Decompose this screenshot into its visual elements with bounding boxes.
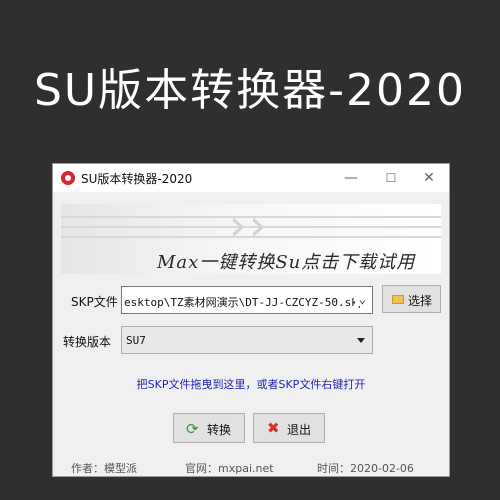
dropdown-arrow-icon[interactable] (357, 338, 365, 343)
website-link[interactable]: 官网：mxpai.net (185, 460, 274, 476)
exit-label: 退出 (287, 423, 312, 437)
title-bar: SU版本转换器-2020 — ☐ ✕ (53, 164, 449, 192)
convert-button[interactable]: ⟳ 转换 (173, 413, 245, 443)
browse-label: 选择 (408, 294, 433, 308)
exit-button[interactable]: ✖ 退出 (253, 413, 325, 443)
drag-drop-hint: 把SKP文件拖曳到这里，或者SKP文件右键打开 (136, 378, 366, 391)
author-text: 作者：模型派 (71, 462, 137, 475)
version-value: SU7 (126, 334, 146, 347)
app-window: SU版本转换器-2020 — ☐ ✕ › › Max一键转换Su点击下载试用 S… (52, 163, 450, 477)
close-button[interactable]: ✕ (409, 164, 449, 192)
banner-arrow-icon: › (249, 204, 267, 251)
skp-file-value: esktop\TZ素材网演示\DT-JJ-CZCYZ-50.skp (124, 296, 365, 309)
minimize-button[interactable]: — (331, 164, 371, 192)
version-select[interactable]: SU7 (121, 326, 373, 354)
browse-button[interactable]: 选择 (382, 285, 441, 313)
skp-file-input[interactable]: esktop\TZ素材网演示\DT-JJ-CZCYZ-50.skp ⌄ (121, 286, 373, 314)
maximize-button[interactable]: ☐ (371, 164, 411, 192)
date-text: 时间：2020-02-06 (317, 462, 414, 475)
app-icon (61, 171, 75, 185)
window-title: SU版本转换器-2020 (81, 172, 193, 186)
page-headline: SU版本转换器-2020 (34, 65, 466, 116)
close-icon: ✖ (267, 419, 280, 437)
skp-file-label: SKP文件 (71, 295, 118, 309)
banner-text: Max一键转换Su点击下载试用 (157, 252, 416, 273)
chevron-down-icon[interactable]: ⌄ (354, 292, 366, 306)
download-banner[interactable]: › › Max一键转换Su点击下载试用 (61, 204, 441, 274)
refresh-icon: ⟳ (186, 420, 199, 438)
banner-arrow-icon: › (229, 204, 247, 251)
convert-label: 转换 (207, 423, 232, 437)
folder-icon (392, 295, 404, 304)
convert-version-label: 转换版本 (63, 335, 112, 349)
